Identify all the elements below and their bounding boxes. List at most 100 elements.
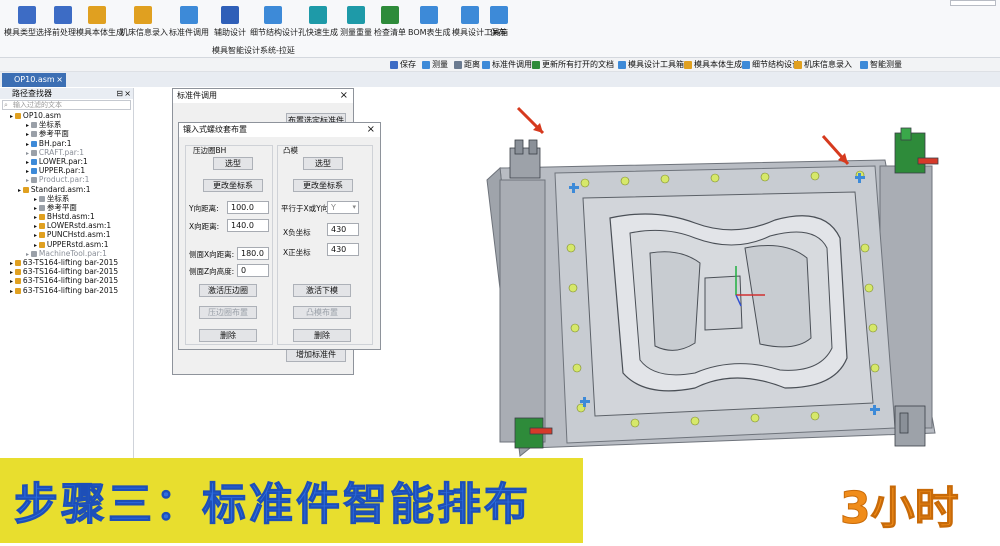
bh-delete-button[interactable]: 删除 [199,329,257,342]
tree-node[interactable]: ▸ 63-TS164-lifting bar-2015 [0,258,133,267]
side-x-input[interactable]: 180.0 [237,247,269,260]
ribbon-button-1[interactable]: 前处理 [52,4,76,52]
toolbar2-item-0[interactable]: 保存 [390,59,416,70]
tree-node[interactable]: ▸ MachineTool.par:1 [0,249,133,258]
search-icon: ⌕ [4,101,8,109]
ribbon-button-11[interactable]: 模具设计工具箱 [452,4,508,52]
quick-toolbar: 保存 测量 距离 标准件调用 更新所有打开的文档 模具设计工具箱 模具本体生成 细节结构设计机… [0,58,1000,72]
tree-node-label: BH.par:1 [38,138,72,148]
tree-node[interactable]: ▸ 63-TS164-lifting bar-2015 [0,276,133,285]
toolbar-icon [422,60,430,69]
tree-node[interactable]: ▸ CRAFT.par:1 [0,148,133,157]
tree-node[interactable]: ▸ 坐标系 [0,194,133,203]
part-icon [14,278,21,285]
top-right-dropdown[interactable] [950,0,996,6]
activate-lower-button[interactable]: 激活下模 [293,284,351,297]
tree-node[interactable]: ▸ UPPERstd.asm:1 [0,240,133,249]
add-standard-part-button[interactable]: 增加标准件 [286,348,346,362]
ribbon-button-label: 模具本体生成 [76,28,124,37]
tree-node-label: 63-TS164-lifting bar-2015 [22,276,119,286]
tree-node[interactable]: ▸ BH.par:1 [0,139,133,148]
toolbar2-item-9[interactable]: 智能测量 [860,59,902,70]
bh-group-label: 压边圈BH [193,146,227,155]
ribbon-button-8[interactable]: 测量重量 [340,4,372,52]
tree-node-label: 坐标系 [46,193,70,203]
checkmark-icon [381,6,399,24]
toolbar2-item-8[interactable]: 机床信息录入 [794,59,852,70]
ribbon-button-2[interactable]: 模具本体生成 [76,4,124,52]
punch-group-label: 凸模 [283,146,298,155]
toolbar2-item-2[interactable]: 距离 [454,59,480,70]
tree-node[interactable]: ▸ BHstd.asm:1 [0,212,133,221]
punch-change-coord-button[interactable]: 更改坐标系 [293,179,353,192]
parallel-axis-select[interactable]: Y ▾ [327,201,359,214]
tree-node[interactable]: ▸ LOWERstd.asm:1 [0,221,133,230]
close-icon[interactable]: × [367,123,375,137]
close-icon[interactable]: × [340,89,348,103]
ribbon-button-12[interactable]: 保存 [490,4,508,52]
chevron-down-icon: ▾ [352,203,356,211]
tree-node[interactable]: ▸ 参考平面 [0,203,133,212]
parallel-axis-label: 平行于X或Y向: [281,204,331,213]
tree-node[interactable]: ▸ PUNCHstd.asm:1 [0,230,133,239]
x-spacing-input[interactable]: 140.0 [227,219,269,232]
tree-node-label: BHstd.asm:1 [46,212,95,222]
toolbar-icon [454,60,462,69]
ribbon-button-7[interactable]: 孔快速生成 [298,4,338,52]
ribbon: 模具类型选择 前处理 模具本体生成 机床信息录入 标准件调用 辅助设计 细节结构设计 孔快速生… [0,0,1000,58]
tree-node[interactable]: ▸ LOWER.par:1 [0,157,133,166]
ribbon-button-3[interactable]: 机床信息录入 [120,4,168,52]
tree-filter-input[interactable]: ⌕ 输入过滤的文本 [2,100,131,110]
bh-change-coord-button[interactable]: 更改坐标系 [203,179,263,192]
ribbon-button-0[interactable]: 模具类型选择 [4,4,52,52]
part-icon [22,186,29,193]
toolbar-icon [860,60,868,69]
bh-select-button[interactable]: 选型 [213,157,253,170]
ribbon-button-9[interactable]: 检查清单 [374,4,406,52]
x-negative-input[interactable]: 430 [327,223,359,236]
x-positive-input[interactable]: 430 [327,243,359,256]
toolbar2-item-4[interactable]: 更新所有打开的文档 [532,59,614,70]
y-spacing-input[interactable]: 100.0 [227,201,269,214]
part-icon [38,214,45,221]
tree-node[interactable]: ▸ UPPER.par:1 [0,166,133,175]
ribbon-button-4[interactable]: 标准件调用 [168,4,210,52]
ribbon-button-10[interactable]: BOM表生成 [408,4,451,52]
part-icon [38,241,45,248]
machine-info-icon [134,6,152,24]
part-icon [38,204,45,211]
pin-icon[interactable]: ⊟ [116,88,123,99]
tree-node[interactable]: ▸ OP10.asm [0,111,133,120]
tree-node[interactable]: ▸ 坐标系 [0,120,133,129]
activate-bh-button[interactable]: 激活压边圈 [199,284,257,297]
toolbar2-label: 模具设计工具箱 [628,60,684,69]
close-icon[interactable]: × [56,73,63,87]
toolbar2-item-7[interactable]: 细节结构设计 [742,59,800,70]
part-icon [14,269,21,276]
tree-node[interactable]: ▸ 63-TS164-lifting bar-2015 [0,267,133,276]
weight-measure-icon [347,6,365,24]
thread-insert-layout-dialog: 镶入式螺纹套布置 × 压边圈BH 凸模 选型 更改坐标系 Y向距离: 100.0… [178,122,381,350]
toolbar2-item-1[interactable]: 测量 [422,59,448,70]
toolbar2-item-5[interactable]: 模具设计工具箱 [618,59,684,70]
ribbon-button-label: 测量重量 [340,28,372,37]
step-banner: 步骤三：标准件智能排布 [0,458,583,543]
tree-node[interactable]: ▸ Product.par:1 [0,175,133,184]
standard-part-dialog-title: 标准件调用 × [173,89,353,103]
close-icon[interactable]: × [124,88,131,99]
side-z-input[interactable]: 0 [237,264,269,277]
punch-select-button[interactable]: 选型 [303,157,343,170]
ribbon-subtitle: 模具智能设计系统-拉延 [212,46,295,55]
toolbar2-item-3[interactable]: 标准件调用 [482,59,532,70]
ribbon-button-label: 检查清单 [374,28,406,37]
punch-delete-button[interactable]: 删除 [293,329,351,342]
tree-node[interactable]: ▸ Standard.asm:1 [0,185,133,194]
toolbar2-label: 模具本体生成 [694,60,742,69]
tree-node[interactable]: ▸ 参考平面 [0,129,133,138]
document-tab[interactable]: OP10.asm × [2,73,66,87]
tree-node[interactable]: ▸ 63-TS164-lifting bar-2015 [0,286,133,295]
tree-node-label: UPPER.par:1 [38,166,86,176]
toolbar2-item-6[interactable]: 模具本体生成 [684,59,742,70]
x-positive-label: X正坐标 [283,248,311,257]
tree-node-label: 63-TS164-lifting bar-2015 [22,267,119,277]
